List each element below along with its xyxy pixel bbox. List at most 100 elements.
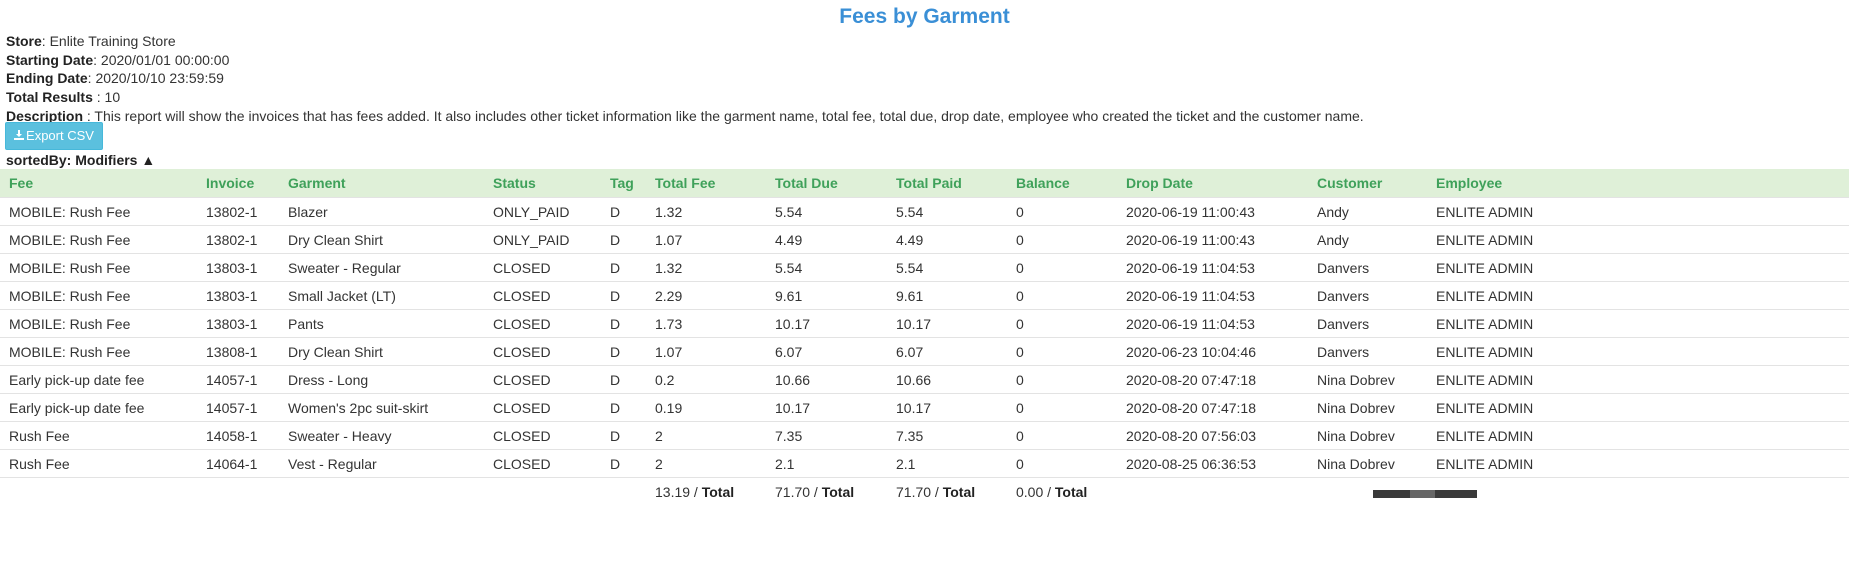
cell-employee: ENLITE ADMIN [1427,225,1849,254]
column-header-total-paid[interactable]: Total Paid [887,169,1007,198]
cell-garment: Small Jacket (LT) [279,281,484,310]
table-row[interactable]: Rush Fee 14064-1 Vest - Regular CLOSED D 2 2.1… [0,449,1849,478]
cell-fee: MOBILE: Rush Fee [0,337,197,366]
cell-garment: Blazer [279,197,484,226]
total-word: Total [1054,484,1088,500]
total-separator: / [690,484,702,500]
page-title: Fees by Garment [839,5,1010,28]
cell-total-due: 7.35 [766,421,887,450]
cell-balance: 0 [1007,253,1117,282]
cell-total-due: 4.49 [766,225,887,254]
cell-total-fee: 1.32 [646,253,766,282]
cell-fee: Early pick-up date fee [0,365,197,394]
export-csv-label: Export CSV [26,128,94,143]
cell-status: CLOSED [484,253,601,282]
cell-total-due: 9.61 [766,281,887,310]
cell-balance: 0 [1007,449,1117,478]
table-row[interactable]: Rush Fee 14058-1 Sweater - Heavy CLOSED D 2 7.… [0,421,1849,450]
table-row[interactable]: MOBILE: Rush Fee 13803-1 Small Jacket (LT)… [0,281,1849,310]
cell-garment: Sweater - Heavy [279,421,484,450]
total-balance-value: 0.00 [1016,484,1044,500]
total-fee-value: 13.19 [655,484,691,500]
cell-total-fee: 0.2 [646,365,766,394]
cell-fee: MOBILE: Rush Fee [0,281,197,310]
cell-customer: Danvers [1308,337,1427,366]
cell-status: ONLY_PAID [484,197,601,226]
total-separator: / [810,484,822,500]
cell-invoice: 13803-1 [197,309,279,338]
table-row[interactable]: MOBILE: Rush Fee 13803-1 Pants CLOSED D 1.73 1… [0,309,1849,338]
cell-status: ONLY_PAID [484,225,601,254]
export-csv-button[interactable]: Export CSV [5,122,103,150]
table-row[interactable]: MOBILE: Rush Fee 13802-1 Dry Clean Shirt ON… [0,225,1849,254]
cell-drop-date: 2020-08-20 07:56:03 [1117,421,1308,450]
cell-balance: 0 [1007,309,1117,338]
cell-customer: Nina Dobrev [1308,393,1427,422]
totals-spacer [1427,477,1849,506]
cell-employee: ENLITE ADMIN [1427,337,1849,366]
cell-balance: 0 [1007,281,1117,310]
cell-balance: 0 [1007,225,1117,254]
table-row[interactable]: MOBILE: Rush Fee 13808-1 Dry Clean Shirt CL… [0,337,1849,366]
scrollbar-grip[interactable] [1410,490,1435,498]
fees-table: Fee Invoice Garment Status Tag Total Fee… [0,169,1849,506]
total-separator: / [1043,484,1055,500]
total-word: Total [821,484,855,500]
total-due-cell: 71.70 / Total [766,477,887,506]
cell-total-paid: 10.17 [887,393,1007,422]
cell-total-paid: 7.35 [887,421,1007,450]
table-row[interactable]: MOBILE: Rush Fee 13802-1 Blazer ONLY_PAID D 1… [0,197,1849,226]
total-balance-cell: 0.00 / Total [1007,477,1117,506]
cell-total-paid: 10.17 [887,309,1007,338]
column-header-invoice[interactable]: Invoice [197,169,279,198]
column-header-drop-date[interactable]: Drop Date [1117,169,1308,198]
cell-drop-date: 2020-06-23 10:04:46 [1117,337,1308,366]
cell-tag: D [601,365,646,394]
cell-total-fee: 1.73 [646,309,766,338]
cell-total-fee: 2 [646,421,766,450]
cell-tag: D [601,337,646,366]
cell-fee: Early pick-up date fee [0,393,197,422]
cell-tag: D [601,281,646,310]
cell-employee: ENLITE ADMIN [1427,449,1849,478]
cell-employee: ENLITE ADMIN [1427,393,1849,422]
column-header-garment[interactable]: Garment [279,169,484,198]
cell-fee: MOBILE: Rush Fee [0,309,197,338]
column-header-fee[interactable]: Fee [0,169,197,198]
total-fee-cell: 13.19 / Total [646,477,766,506]
cell-invoice: 13803-1 [197,281,279,310]
cell-garment: Vest - Regular [279,449,484,478]
cell-fee: Rush Fee [0,449,197,478]
table-row[interactable]: MOBILE: Rush Fee 13803-1 Sweater - Regular… [0,253,1849,282]
total-separator: / [931,484,943,500]
cell-total-fee: 1.07 [646,337,766,366]
cell-garment: Dress - Long [279,365,484,394]
column-header-status[interactable]: Status [484,169,601,198]
column-header-tag[interactable]: Tag [601,169,646,198]
column-header-customer[interactable]: Customer [1308,169,1427,198]
cell-balance: 0 [1007,197,1117,226]
store-value: : Enlite Training Store [41,33,176,49]
cell-customer: Andy [1308,225,1427,254]
column-header-total-due[interactable]: Total Due [766,169,887,198]
cell-total-due: 2.1 [766,449,887,478]
column-header-employee[interactable]: Employee [1427,169,1849,198]
cell-garment: Women's 2pc suit-skirt [279,393,484,422]
cell-total-paid: 9.61 [887,281,1007,310]
cell-total-fee: 0.19 [646,393,766,422]
cell-invoice: 13808-1 [197,337,279,366]
table-row[interactable]: Early pick-up date fee 14057-1 Women's 2pc… [0,393,1849,422]
cell-invoice: 14057-1 [197,365,279,394]
cell-total-due: 5.54 [766,253,887,282]
totals-spacer [279,477,484,506]
total-word: Total [701,484,735,500]
cell-total-due: 10.17 [766,309,887,338]
cell-total-due: 10.17 [766,393,887,422]
report-meta: Store: Enlite Training Store Starting Da… [0,32,1849,125]
download-icon [14,124,25,150]
table-row[interactable]: Early pick-up date fee 14057-1 Dress - Lon… [0,365,1849,394]
column-header-total-fee[interactable]: Total Fee [646,169,766,198]
column-header-balance[interactable]: Balance [1007,169,1117,198]
cell-garment: Dry Clean Shirt [279,225,484,254]
cell-invoice: 14057-1 [197,393,279,422]
